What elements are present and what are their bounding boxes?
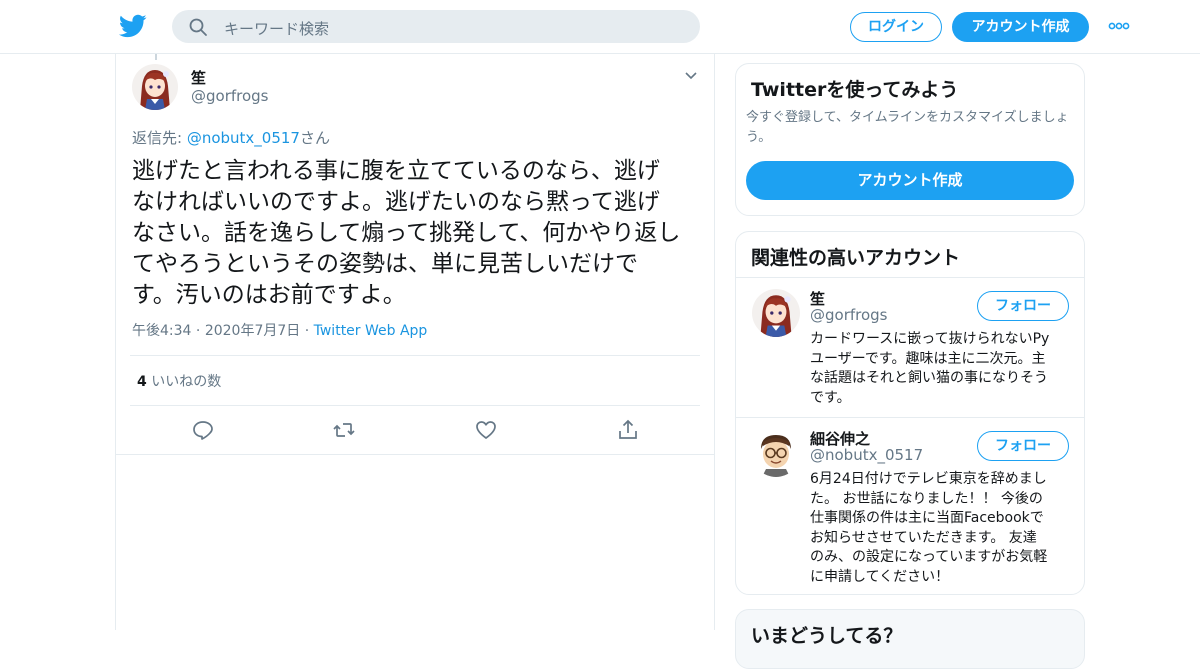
bio-line: のみ、の設定になっていますがお気軽 [810,549,1048,565]
bio-line: お知らせさせていただきます。 友達 [810,529,1037,546]
likes-count: 4 [137,374,147,390]
tweet-text-line: てやろうというその姿勢は、単に見苦しいだけで [132,251,638,277]
anime-girl-avatar-icon [752,289,800,337]
signup-button[interactable]: アカウント作成 [952,12,1089,42]
bio-line: ユーザーです。趣味は主に二次元。主 [810,350,1046,367]
author-name[interactable]: 笙 [191,67,206,88]
login-button[interactable]: ログイン [850,12,942,42]
signup-card: Twitterを使ってみよう 今すぐ登録して、タイムラインをカスタマイズしましょ… [735,63,1085,216]
avatar[interactable] [752,289,800,337]
reply-suffix: さん [299,129,330,147]
divider [130,355,700,356]
bio-line: な話題はそれと飼い猫の事になりそう [810,370,1048,386]
meta-separator: · [304,323,310,339]
more-dots-icon[interactable] [1108,16,1130,36]
author-handle[interactable]: @gorfrogs [191,87,269,105]
signup-card-subtitle: 今すぐ登録して、タイムラインをカスタマイズしましょう。 [746,110,1069,145]
search-bar[interactable]: キーワード検索 [172,10,700,43]
avatar[interactable] [132,64,178,110]
signup-card-title: Twitterを使ってみよう [751,79,959,101]
tweet-text: 逃げたと言われる事に腹を立てているのなら、逃げ なければいいのですよ。逃げたいの… [132,156,702,311]
search-input[interactable]: キーワード検索 [224,18,329,39]
tweet-column: 笙 @gorfrogs 返信先: @nobutx_0517さん 逃げたと言われる… [115,54,715,630]
related-accounts-card: 関連性の高いアカウント 笙 @gorfrogs フォロー カードワースに嵌って抜… [735,231,1085,595]
divider [130,405,700,406]
thread-line [155,54,157,60]
bio-line: に申請してください！ [810,568,950,585]
divider [736,277,1084,278]
share-icon[interactable] [616,418,640,442]
bio-line: です。 [810,389,851,406]
avatar[interactable] [752,429,800,477]
twitter-bird-icon[interactable] [119,12,147,40]
tweet-metadata: 午後4:34 · 2020年7月7日 · Twitter Web App [132,320,427,340]
bio-line: 6月24日付けでテレビ東京を辞めまし [810,471,1047,487]
top-bar: キーワード検索 ログイン アカウント作成 [0,0,1200,54]
follow-button[interactable]: フォロー [977,291,1069,321]
account-handle[interactable]: @nobutx_0517 [810,446,923,464]
reply-to: 返信先: @nobutx_0517さん [132,127,330,148]
likes-stat[interactable]: 4 いいねの数 [137,371,221,391]
trends-title: いまどうしてる？ [751,625,903,647]
bio-line: カードワースに嵌って抜けられないPy [810,331,1050,347]
tweet-text-line: なければいいのですよ。逃げたいのなら黙って逃げ [132,189,660,215]
account-handle[interactable]: @gorfrogs [810,306,888,324]
man-with-glasses-avatar-icon [752,429,800,477]
tweet-date: 2020年7月7日 [204,323,301,339]
related-accounts-title: 関連性の高いアカウント [751,247,961,269]
account-bio: 6月24日付けでテレビ東京を辞めまし た。 お世話になりました！！ 今後の 仕事… [810,470,1072,587]
search-icon [189,18,207,36]
signup-card-button[interactable]: アカウント作成 [746,161,1074,200]
reply-prefix: 返信先: [132,129,187,147]
tweet-time: 午後4:34 [132,323,192,339]
tweet-source-link[interactable]: Twitter Web App [314,323,428,339]
likes-label: いいねの数 [151,374,222,390]
trends-card: いまどうしてる？ [735,609,1085,669]
bio-line: た。 お世話になりました！！ 今後の [810,490,1043,507]
reply-handle-link[interactable]: @nobutx_0517 [187,129,300,147]
chevron-down-icon[interactable] [684,70,698,82]
tweet-text-line: 逃げたと言われる事に腹を立てているのなら、逃げ [132,158,660,184]
follow-button[interactable]: フォロー [977,431,1069,461]
divider [116,454,714,455]
retweet-icon[interactable] [332,418,356,442]
tweet-text-line: なさい。話を逸らして煽って挑発して、何かやり返し [132,220,681,246]
bio-line: 仕事関係の件は主に当面Facebookで [810,510,1044,526]
anime-girl-avatar-icon [132,64,178,110]
account-bio: カードワースに嵌って抜けられないPy ユーザーです。趣味は主に二次元。主 な話題… [810,330,1072,408]
reply-icon[interactable] [191,418,215,442]
tweet-text-line: す。汚いのはお前ですよ。 [132,282,406,308]
divider [736,417,1084,418]
heart-icon[interactable] [474,418,498,442]
meta-separator: · [195,323,201,339]
tweet-actions [116,418,716,442]
